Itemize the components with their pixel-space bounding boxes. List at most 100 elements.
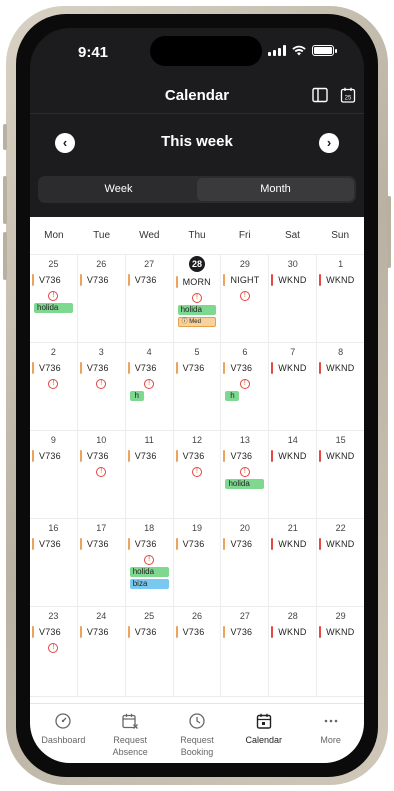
calendar-day-cell[interactable]: 21 WKND <box>269 519 318 606</box>
today-calendar-icon[interactable]: 25 <box>339 86 357 104</box>
tab-dashboard[interactable]: Dashboard <box>30 704 97 763</box>
calendar-day-cell[interactable]: 20 V736 <box>221 519 270 606</box>
holiday-tag[interactable]: holida <box>129 567 169 577</box>
shift-entry[interactable]: MORN <box>174 276 221 288</box>
warning-icon[interactable]: ! <box>48 291 59 301</box>
calendar-day-cell[interactable]: 10 V736! <box>78 431 126 518</box>
shift-entry[interactable]: V736 <box>221 362 268 374</box>
calendar-day-cell[interactable]: 9 V736 <box>30 431 78 518</box>
shift-entry[interactable]: V736 <box>126 626 173 638</box>
calendar-day-cell[interactable]: 2 V736! <box>30 343 78 430</box>
calendar-day-cell[interactable]: 8 WKND <box>317 343 364 430</box>
holiday-tag[interactable]: h <box>129 391 144 401</box>
shift-entry[interactable]: WKND <box>269 362 316 374</box>
warning-icon[interactable]: ! <box>144 379 155 389</box>
calendar-day-cell[interactable]: 7 WKND <box>269 343 318 430</box>
calendar-day-cell[interactable]: 27 V736 <box>126 255 174 342</box>
calendar-day-cell[interactable]: 11 V736 <box>126 431 174 518</box>
shift-entry[interactable]: WKND <box>269 274 316 286</box>
warning-icon[interactable]: ! <box>192 467 202 477</box>
shift-entry[interactable]: WKND <box>317 274 364 286</box>
shift-entry[interactable]: NIGHT <box>221 274 268 286</box>
warning-icon[interactable]: ! <box>48 643 59 653</box>
calendar-day-cell[interactable]: 23 V736! <box>30 607 78 696</box>
holiday-tag[interactable]: h <box>225 391 240 401</box>
calendar-day-cell[interactable]: 29 WKND <box>317 607 364 696</box>
holiday-tag[interactable]: holida <box>225 479 265 489</box>
tab-calendar[interactable]: Calendar <box>230 704 297 763</box>
sidebar-toggle-icon[interactable] <box>311 86 329 104</box>
calendar-day-cell[interactable]: 1 WKND <box>317 255 364 342</box>
shift-entry[interactable]: V736 <box>126 538 173 550</box>
shift-entry[interactable]: V736 <box>174 362 221 374</box>
shift-entry[interactable]: V736 <box>221 450 268 462</box>
medical-tag[interactable]: ⓘ Med <box>177 317 217 327</box>
shift-entry[interactable]: WKND <box>317 626 364 638</box>
shift-entry[interactable]: V736 <box>78 450 125 462</box>
shift-entry[interactable]: V736 <box>126 362 173 374</box>
calendar-day-cell[interactable]: 13 V736! holida <box>221 431 270 518</box>
calendar-day-cell[interactable]: 22 WKND <box>317 519 364 606</box>
shift-entry[interactable]: V736 <box>78 362 125 374</box>
shift-entry[interactable]: WKND <box>317 538 364 550</box>
warning-icon[interactable]: ! <box>239 291 250 301</box>
shift-entry[interactable]: V736 <box>78 626 125 638</box>
shift-entry[interactable]: WKND <box>317 362 364 374</box>
shift-entry[interactable]: V736 <box>221 626 268 638</box>
shift-entry[interactable]: V736 <box>30 362 77 374</box>
shift-entry[interactable]: V736 <box>174 626 221 638</box>
calendar-day-cell[interactable]: 14 WKND <box>269 431 318 518</box>
shift-entry[interactable]: WKND <box>269 450 316 462</box>
calendar-day-cell[interactable]: 27 V736 <box>221 607 270 696</box>
calendar-day-cell[interactable]: 25 V736! holida <box>30 255 78 342</box>
tab-request-booking[interactable]: Request Booking <box>164 704 231 763</box>
event-tag-blue[interactable]: biza <box>129 579 169 589</box>
calendar-day-cell[interactable]: 19 V736 <box>174 519 222 606</box>
calendar-day-cell[interactable]: 3 V736! <box>78 343 126 430</box>
shift-entry[interactable]: V736 <box>126 450 173 462</box>
shift-entry[interactable]: V736 <box>30 538 77 550</box>
warning-icon[interactable]: ! <box>144 555 155 565</box>
shift-entry[interactable]: V736 <box>78 538 125 550</box>
tab-request-absence[interactable]: Request Absence <box>97 704 164 763</box>
shift-entry[interactable]: V736 <box>78 274 125 286</box>
calendar-day-cell[interactable]: 16 V736 <box>30 519 78 606</box>
warning-icon[interactable]: ! <box>239 467 250 477</box>
calendar-day-cell[interactable]: 24 V736 <box>78 607 126 696</box>
calendar-day-cell[interactable]: 18 V736! holida biza <box>126 519 174 606</box>
calendar-day-cell[interactable]: 29 NIGHT! <box>221 255 270 342</box>
shift-entry[interactable]: WKND <box>269 626 316 638</box>
warning-icon[interactable]: ! <box>239 379 250 389</box>
calendar-day-cell[interactable]: 30 WKND <box>269 255 318 342</box>
shift-entry[interactable]: V736 <box>174 538 221 550</box>
calendar-day-cell[interactable]: 25 V736 <box>126 607 174 696</box>
shift-entry[interactable]: WKND <box>269 538 316 550</box>
shift-entry[interactable]: V736 <box>30 274 77 286</box>
segment-week[interactable]: Week <box>40 178 197 201</box>
shift-entry[interactable]: V736 <box>30 626 77 638</box>
holiday-tag[interactable]: holida <box>177 305 217 315</box>
next-week-button[interactable]: › <box>319 133 339 153</box>
warning-icon[interactable]: ! <box>96 467 107 477</box>
calendar-day-cell[interactable]: 17 V736 <box>78 519 126 606</box>
calendar-day-cell[interactable]: 28 MORN! holida ⓘ Med <box>174 255 222 342</box>
calendar-day-cell[interactable]: 12 V736! <box>174 431 222 518</box>
calendar-day-cell[interactable]: 15 WKND <box>317 431 364 518</box>
calendar-day-cell[interactable]: 28 WKND <box>269 607 318 696</box>
calendar-day-cell[interactable]: 4 V736! h <box>126 343 174 430</box>
warning-icon[interactable]: ! <box>48 379 59 389</box>
segment-month[interactable]: Month <box>197 178 354 201</box>
warning-icon[interactable]: ! <box>96 379 107 389</box>
calendar-day-cell[interactable]: 6 V736! h <box>221 343 270 430</box>
warning-icon[interactable]: ! <box>192 293 202 303</box>
shift-entry[interactable]: V736 <box>174 450 221 462</box>
shift-entry[interactable]: V736 <box>126 274 173 286</box>
shift-entry[interactable]: V736 <box>30 450 77 462</box>
tab-more[interactable]: More <box>297 704 364 763</box>
shift-entry[interactable]: V736 <box>221 538 268 550</box>
calendar-day-cell[interactable]: 5 V736 <box>174 343 222 430</box>
calendar-day-cell[interactable]: 26 V736 <box>78 255 126 342</box>
shift-entry[interactable]: WKND <box>317 450 364 462</box>
holiday-tag[interactable]: holida <box>34 303 73 313</box>
calendar-day-cell[interactable]: 26 V736 <box>174 607 222 696</box>
